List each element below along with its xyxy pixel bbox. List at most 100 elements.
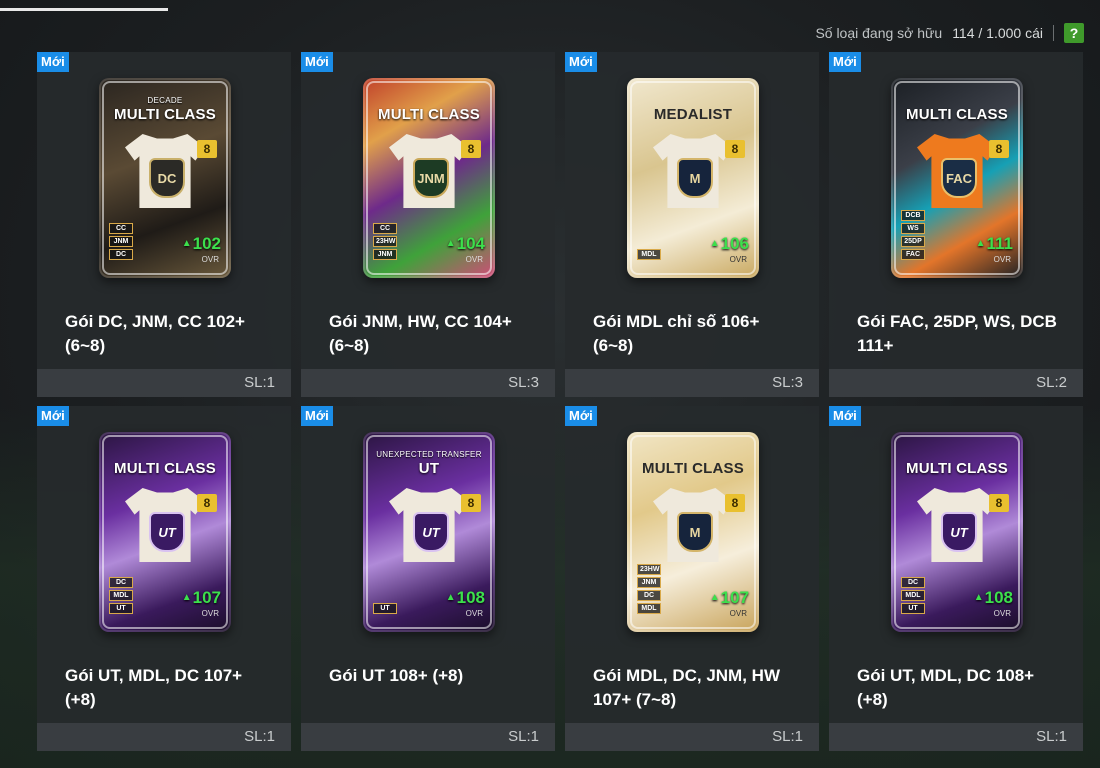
new-badge: Mới — [565, 52, 597, 72]
card-class-tag: UT — [373, 603, 397, 614]
card-kind: MULTI CLASS — [642, 460, 744, 477]
card-class-tag: DC — [109, 249, 133, 260]
pack-title-line1: Gói UT, MDL, DC 108+ — [857, 666, 1035, 685]
up-arrow-icon: ▲ — [445, 592, 456, 603]
card-class-tag: JNM — [637, 577, 661, 588]
card-class-tag: MDL — [637, 249, 661, 260]
pack-title: Gói FAC, 25DP, WS, DCB 111+ — [857, 310, 1072, 358]
ovr-label: OVR — [993, 255, 1011, 264]
pack-tile[interactable]: Mới MULTI CLASS UT 8 DC MDL UT ▲107 OVR Gó… — [37, 406, 291, 751]
pack-card-image[interactable]: UNEXPECTED TRANSFER UT UT 8 UT ▲108 OVR — [363, 432, 495, 632]
pack-card-image[interactable]: MEDALIST M 8 MDL ▲106 OVR — [627, 78, 759, 278]
pack-title-line1: Gói UT, MDL, DC 107+ — [65, 666, 243, 685]
pack-card-image[interactable]: MULTI CLASS UT 8 DC MDL UT ▲108 OVR — [891, 432, 1023, 632]
ovr-label: OVR — [465, 255, 483, 264]
class-tags: DC MDL UT — [901, 577, 925, 614]
up-arrow-icon: ▲ — [181, 592, 192, 603]
card-class-tag: UT — [109, 603, 133, 614]
pack-quantity: SL:1 — [1036, 728, 1067, 745]
owned-label: Số loại đang sở hữu — [815, 25, 943, 41]
club-emblem-icon: DC — [149, 158, 185, 198]
pack-title: Gói UT, MDL, DC 108+ (+8) — [857, 664, 1072, 712]
class-tags: DC MDL UT — [109, 577, 133, 614]
ovr-number: 107 — [720, 588, 749, 607]
pack-card-image[interactable]: MULTI CLASS FAC 8 DCB WS 25DP FAC ▲111 OVR — [891, 78, 1023, 278]
pack-quantity: SL:3 — [508, 374, 539, 391]
ovr-value: ▲108 — [974, 588, 1013, 608]
class-tags: CC JNM DC — [109, 223, 133, 260]
divider — [1053, 25, 1054, 41]
card-class-tag: UT — [901, 603, 925, 614]
ovr-number: 106 — [720, 234, 749, 253]
pack-title: Gói MDL, DC, JNM, HW 107+ (7~8) — [593, 664, 808, 712]
enhance-level-badge: 8 — [197, 140, 217, 158]
pack-title-line2: (+8) — [857, 690, 888, 709]
new-badge: Mới — [301, 406, 333, 426]
pack-title-line2: (6~8) — [65, 336, 106, 355]
pack-tile[interactable]: Mới UNEXPECTED TRANSFER UT UT 8 UT ▲108 … — [301, 406, 555, 751]
enhance-level-badge: 8 — [725, 494, 745, 512]
pack-card-image[interactable]: DECADE MULTI CLASS DC 8 CC JNM DC ▲102 OVR — [99, 78, 231, 278]
card-class-tag: MDL — [901, 590, 925, 601]
card-subtitle: DECADE — [147, 96, 183, 105]
ovr-number: 104 — [456, 234, 485, 253]
ovr-number: 108 — [456, 588, 485, 607]
pack-card-image[interactable]: MULTI CLASS UT 8 DC MDL UT ▲107 OVR — [99, 432, 231, 632]
ovr-value: ▲111 — [976, 234, 1013, 254]
pack-tile[interactable]: Mới DECADE MULTI CLASS DC 8 CC JNM DC ▲102… — [37, 52, 291, 397]
pack-card-image[interactable]: MULTI CLASS M 8 23HW JNM DC MDL ▲107 OVR — [627, 432, 759, 632]
class-tags: DCB WS 25DP FAC — [901, 210, 925, 260]
ovr-value: ▲108 — [446, 588, 485, 608]
pack-footer: SL:3 — [301, 369, 555, 397]
card-kind: MULTI CLASS — [906, 106, 1008, 123]
pack-card-image[interactable]: MULTI CLASS JNM 8 CC 23HW JNM ▲104 OVR — [363, 78, 495, 278]
card-class-tag: 25DP — [901, 236, 925, 247]
card-kind: MULTI CLASS — [906, 460, 1008, 477]
pack-footer: SL:1 — [301, 723, 555, 751]
pack-footer: SL:1 — [37, 369, 291, 397]
pack-quantity: SL:1 — [772, 728, 803, 745]
enhance-level-badge: 8 — [989, 140, 1009, 158]
card-kind: MULTI CLASS — [114, 106, 216, 123]
class-tags: UT — [373, 603, 397, 614]
pack-title-line2: 111+ — [857, 336, 894, 355]
pack-tile[interactable]: Mới MULTI CLASS UT 8 DC MDL UT ▲108 OVR Gó… — [829, 406, 1083, 751]
pack-footer: SL:2 — [829, 369, 1083, 397]
club-emblem-icon: UT — [149, 512, 185, 552]
up-arrow-icon: ▲ — [709, 238, 720, 249]
pack-tile[interactable]: Mới MULTI CLASS JNM 8 CC 23HW JNM ▲104 OVR… — [301, 52, 555, 397]
ovr-value: ▲106 — [710, 234, 749, 254]
card-class-tag: 23HW — [373, 236, 397, 247]
pack-title-line1: Gói JNM, HW, CC 104+ — [329, 312, 512, 331]
club-emblem-icon: UT — [413, 512, 449, 552]
card-kind: MULTI CLASS — [378, 106, 480, 123]
new-badge: Mới — [37, 52, 69, 72]
pack-footer: SL:1 — [565, 723, 819, 751]
pack-tile[interactable]: Mới MEDALIST M 8 MDL ▲106 OVR Gói MDL ch… — [565, 52, 819, 397]
ovr-value: ▲104 — [446, 234, 485, 254]
pack-tile[interactable]: Mới MULTI CLASS FAC 8 DCB WS 25DP FAC ▲111 … — [829, 52, 1083, 397]
club-emblem-icon: UT — [941, 512, 977, 552]
card-class-tag: DCB — [901, 210, 925, 221]
club-emblem-icon: M — [677, 512, 713, 552]
card-class-tag: 23HW — [637, 564, 661, 575]
pack-title: Gói DC, JNM, CC 102+ (6~8) — [65, 310, 280, 358]
pack-quantity: SL:1 — [244, 728, 275, 745]
pack-footer: SL:1 — [37, 723, 291, 751]
pack-title-line2: (+8) — [65, 690, 96, 709]
help-button[interactable]: ? — [1064, 23, 1084, 43]
pack-title-line1: Gói MDL chỉ số 106+ — [593, 312, 760, 331]
ovr-number: 111 — [986, 234, 1014, 253]
pack-tile[interactable]: Mới MULTI CLASS M 8 23HW JNM DC MDL ▲107 OV… — [565, 406, 819, 751]
pack-title-line1: Gói FAC, 25DP, WS, DCB — [857, 312, 1057, 331]
ovr-value: ▲102 — [182, 234, 221, 254]
enhance-level-badge: 8 — [989, 494, 1009, 512]
pack-title: Gói UT, MDL, DC 107+ (+8) — [65, 664, 280, 712]
card-class-tag: MDL — [637, 603, 661, 614]
up-arrow-icon: ▲ — [973, 592, 984, 603]
card-kind: MEDALIST — [653, 106, 733, 123]
up-arrow-icon: ▲ — [181, 238, 192, 249]
ovr-value: ▲107 — [710, 588, 749, 608]
class-tags: MDL — [637, 249, 661, 260]
pack-quantity: SL:1 — [508, 728, 539, 745]
